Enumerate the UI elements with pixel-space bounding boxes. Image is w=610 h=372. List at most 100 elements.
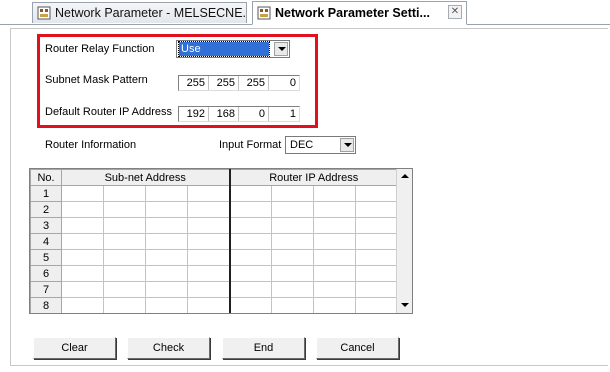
row-number: 3 [30,217,62,234]
subnet-address-cell[interactable] [145,185,188,202]
router-ip-cell[interactable] [355,265,398,282]
end-button[interactable]: End [222,337,305,359]
subnet-address-cell[interactable] [187,265,231,282]
router-ip-cell[interactable] [229,185,272,202]
router-relay-label: Router Relay Function [45,43,155,55]
subnet-address-cell[interactable] [103,233,146,250]
router-octet-1[interactable]: 192 [179,107,209,121]
subnet-address-cell[interactable] [103,265,146,282]
router-ip-cell[interactable] [271,233,314,250]
clear-button[interactable]: Clear [33,337,116,359]
vertical-scrollbar[interactable] [396,169,412,313]
row-number: 7 [30,281,62,298]
cancel-button[interactable]: Cancel [316,337,399,359]
router-relay-select[interactable]: Use [176,40,290,58]
router-ip-cell[interactable] [313,265,356,282]
subnet-octet-2[interactable]: 255 [209,76,239,90]
row-number: 8 [30,297,62,313]
subnet-address-cell[interactable] [145,297,188,313]
router-ip-cell[interactable] [229,201,272,218]
router-ip-cell[interactable] [229,281,272,298]
subnet-address-cell[interactable] [187,201,231,218]
subnet-address-cell[interactable] [103,201,146,218]
subnet-address-cell[interactable] [103,297,146,313]
router-ip-cell[interactable] [313,185,356,202]
subnet-address-cell[interactable] [187,281,231,298]
subnet-address-cell[interactable] [61,201,104,218]
scroll-down-icon[interactable] [397,298,412,313]
router-ip-cell[interactable] [313,217,356,234]
router-ip-cell[interactable] [355,297,398,313]
subnet-address-cell[interactable] [61,265,104,282]
scroll-up-icon[interactable] [397,169,412,184]
chevron-down-icon[interactable] [274,42,288,56]
router-ip-cell[interactable] [355,249,398,266]
router-ip-cell[interactable] [271,201,314,218]
tab-bar: Network Parameter - MELSECNE... Network … [0,0,610,25]
router-octet-3[interactable]: 0 [239,107,269,121]
router-ip-cell[interactable] [313,201,356,218]
router-ip-cell[interactable] [313,249,356,266]
subnet-address-cell[interactable] [103,185,146,202]
subnet-address-cell[interactable] [187,217,231,234]
header-no: No. [30,169,62,186]
subnet-address-cell[interactable] [145,217,188,234]
router-ip-cell[interactable] [355,217,398,234]
router-ip-cell[interactable] [313,297,356,313]
subnet-octet-4[interactable]: 0 [269,76,299,90]
router-ip-cell[interactable] [355,281,398,298]
input-format-select[interactable]: DEC [285,136,356,154]
chevron-down-icon[interactable] [340,138,354,152]
subnet-address-cell[interactable] [61,185,104,202]
subnet-address-cell[interactable] [145,201,188,218]
default-router-input[interactable]: 192 168 0 1 [178,106,300,122]
subnet-address-cell[interactable] [187,249,231,266]
subnet-address-cell[interactable] [187,185,231,202]
table-row: 2 [30,201,398,218]
subnet-address-cell[interactable] [103,281,146,298]
check-button[interactable]: Check [127,337,210,359]
subnet-address-cell[interactable] [103,249,146,266]
router-ip-cell[interactable] [229,217,272,234]
router-ip-cell[interactable] [229,249,272,266]
subnet-address-cell[interactable] [145,265,188,282]
subnet-address-cell[interactable] [61,217,104,234]
subnet-address-cell[interactable] [61,249,104,266]
router-ip-cell[interactable] [229,265,272,282]
subnet-address-cell[interactable] [145,281,188,298]
subnet-octet-3[interactable]: 255 [239,76,269,90]
subnet-address-cell[interactable] [145,249,188,266]
router-ip-cell[interactable] [271,185,314,202]
subnet-address-cell[interactable] [61,281,104,298]
close-icon[interactable]: ✕ [448,5,462,19]
tab-label: Network Parameter - MELSECNE... [55,6,247,20]
tab-network-parameter-settings[interactable]: Network Parameter Setti... ✕ [252,1,467,25]
subnet-octet-1[interactable]: 255 [179,76,209,90]
router-ip-cell[interactable] [355,201,398,218]
router-ip-cell[interactable] [271,281,314,298]
router-ip-cell[interactable] [355,185,398,202]
subnet-address-cell[interactable] [187,233,231,250]
table-header-row: No. Sub-net Address Router IP Address [30,169,398,186]
router-ip-cell[interactable] [271,217,314,234]
router-octet-2[interactable]: 168 [209,107,239,121]
input-format-label: Input Format [219,139,282,151]
router-octet-4[interactable]: 1 [269,107,299,121]
router-ip-cell[interactable] [271,297,314,313]
header-subnet-address: Sub-net Address [61,169,231,186]
router-ip-cell[interactable] [271,249,314,266]
subnet-address-cell[interactable] [187,297,231,313]
router-ip-cell[interactable] [271,265,314,282]
subnet-address-cell[interactable] [103,217,146,234]
router-ip-cell[interactable] [229,297,272,313]
router-ip-cell[interactable] [313,281,356,298]
router-ip-cell[interactable] [229,233,272,250]
subnet-mask-input[interactable]: 255 255 255 0 [178,75,300,91]
subnet-address-cell[interactable] [61,233,104,250]
router-ip-cell[interactable] [313,233,356,250]
router-ip-cell[interactable] [355,233,398,250]
row-number: 6 [30,265,62,282]
subnet-address-cell[interactable] [61,297,104,313]
tab-network-parameter-melsecnet[interactable]: Network Parameter - MELSECNE... [32,2,247,23]
subnet-address-cell[interactable] [145,233,188,250]
